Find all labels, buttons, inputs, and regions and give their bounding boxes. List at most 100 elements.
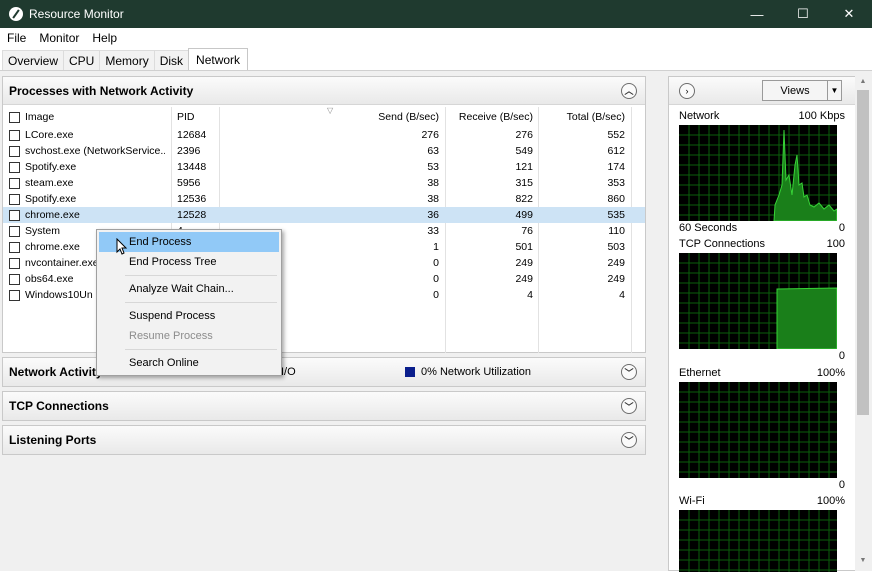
cell-total: 4 [619, 289, 625, 301]
ethernet-graph-min: 0 [838, 479, 845, 491]
cell-image: LCore.exe [25, 129, 74, 141]
row-checkbox[interactable] [9, 193, 20, 205]
row-checkbox[interactable] [9, 161, 20, 173]
graphs-scrollbar[interactable]: ▲ ▼ [855, 76, 871, 571]
listening-ports-panel-header[interactable]: Listening Ports ﹀ [3, 426, 645, 454]
column-header-pid[interactable]: PID [177, 107, 217, 127]
select-all-checkbox[interactable] [9, 111, 20, 123]
row-checkbox[interactable] [9, 145, 20, 157]
cell-send: 1 [433, 241, 439, 253]
cell-image: svchost.exe (NetworkService... [25, 145, 165, 157]
tab-cpu[interactable]: CPU [63, 50, 101, 70]
expand-chevron-down-icon[interactable]: ﹀ [621, 398, 637, 414]
cell-total: 174 [607, 161, 625, 173]
row-checkbox[interactable] [9, 257, 20, 269]
wifi-graph-title: Wi-Fi [679, 495, 705, 507]
table-row[interactable]: Spotify.exe 12536 38 822 860 [3, 191, 645, 207]
cell-send: 276 [421, 129, 439, 141]
processes-panel-header[interactable]: Processes with Network Activity ︿ [3, 77, 645, 105]
wifi-graph-max: 100% [816, 495, 845, 507]
tab-memory[interactable]: Memory [99, 50, 155, 70]
tcp-connections-panel: TCP Connections ﹀ [2, 391, 646, 421]
maximize-button[interactable]: ☐ [780, 0, 826, 28]
network-graph [679, 125, 837, 221]
tab-strip: Overview CPU Memory Disk Network [2, 48, 249, 70]
cell-total: 249 [607, 273, 625, 285]
cell-send: 36 [427, 209, 439, 221]
cell-receive: 4 [527, 289, 533, 301]
column-header-send[interactable]: Send (B/sec) [343, 107, 439, 127]
row-checkbox[interactable] [9, 241, 20, 253]
scroll-up-arrow-icon[interactable]: ▲ [855, 78, 871, 90]
cell-pid: 13448 [177, 161, 207, 173]
menu-analyze-wait-chain[interactable]: Analyze Wait Chain... [99, 279, 279, 299]
cell-pid: 2396 [177, 145, 201, 157]
menu-separator [125, 302, 277, 303]
cell-receive: 499 [515, 209, 533, 221]
column-header-receive[interactable]: Receive (B/sec) [447, 107, 533, 127]
window-title: Resource Monitor [29, 7, 124, 21]
table-row[interactable]: Spotify.exe 13448 53 121 174 [3, 159, 645, 175]
wifi-graph-block: Wi-Fi 100% [679, 494, 845, 572]
menu-help[interactable]: Help [85, 31, 123, 45]
splitter[interactable] [652, 76, 662, 571]
expand-chevron-down-icon[interactable]: ﹀ [621, 432, 637, 448]
network-graph-svg [679, 125, 837, 221]
expand-chevron-down-icon[interactable]: ﹀ [621, 364, 637, 380]
table-row[interactable]: LCore.exe 12684 276 276 552 [3, 127, 645, 143]
menu-search-online[interactable]: Search Online [99, 353, 279, 373]
ethernet-graph-block: Ethernet 100% 0 [679, 366, 845, 492]
views-label: Views [780, 84, 810, 97]
tcp-connections-panel-header[interactable]: TCP Connections ﹀ [3, 392, 645, 420]
scroll-thumb[interactable] [857, 90, 869, 415]
tcp-graph-block: TCP Connections 100 0 [679, 237, 845, 363]
network-graph-timespan: 60 Seconds [679, 222, 738, 234]
row-checkbox[interactable] [9, 209, 20, 221]
cell-send: 0 [433, 273, 439, 285]
views-dropdown[interactable]: Views ▼ [762, 80, 842, 101]
dropdown-arrow-icon: ▼ [827, 81, 841, 100]
tab-network[interactable]: Network [188, 48, 249, 70]
network-utilization-text: 0% Network Utilization [421, 366, 532, 378]
row-checkbox[interactable] [9, 225, 20, 237]
menu-file[interactable]: File [0, 31, 32, 45]
ethernet-graph-max: 100% [816, 367, 845, 379]
table-row[interactable]: chrome.exe 12528 36 499 535 [3, 207, 645, 223]
menu-monitor[interactable]: Monitor [32, 31, 85, 45]
menu-suspend-process[interactable]: Suspend Process [99, 306, 279, 326]
scroll-down-arrow-icon[interactable]: ▼ [855, 557, 871, 569]
ethernet-graph [679, 382, 837, 478]
cell-total: 353 [607, 177, 625, 189]
menu-bar: File Monitor Help [0, 28, 872, 47]
cell-receive: 249 [515, 257, 533, 269]
cell-receive: 315 [515, 177, 533, 189]
row-checkbox[interactable] [9, 289, 20, 301]
cell-image: Spotify.exe [25, 193, 77, 205]
cell-send: 38 [427, 193, 439, 205]
processes-panel-title: Processes with Network Activity [9, 83, 194, 98]
table-row[interactable]: svchost.exe (NetworkService... 2396 63 549 6… [3, 143, 645, 159]
table-row[interactable]: steam.exe 5956 38 315 353 [3, 175, 645, 191]
minimize-button[interactable]: — [734, 0, 780, 28]
cell-receive: 549 [515, 145, 533, 157]
tab-overview[interactable]: Overview [2, 50, 65, 70]
tab-disk[interactable]: Disk [153, 50, 190, 70]
collapse-graphs-chevron-right-icon[interactable]: › [679, 82, 695, 99]
close-button[interactable]: ✕ [826, 0, 872, 28]
table-header-row: Image PID Send (B/sec) Receive (B/sec) T… [3, 107, 645, 127]
cell-total: 552 [607, 129, 625, 141]
cell-receive: 249 [515, 273, 533, 285]
row-checkbox[interactable] [9, 129, 20, 141]
row-checkbox[interactable] [9, 177, 20, 189]
listening-ports-panel: Listening Ports ﹀ [2, 425, 646, 455]
collapse-chevron-up-icon[interactable]: ︿ [621, 82, 637, 99]
cell-pid: 12536 [177, 193, 207, 205]
cell-image: steam.exe [25, 177, 74, 189]
row-checkbox[interactable] [9, 273, 20, 285]
wifi-graph [679, 510, 837, 572]
column-header-image[interactable]: Image [25, 107, 165, 127]
network-graph-min: 0 [838, 222, 845, 234]
column-header-total[interactable]: Total (B/sec) [537, 107, 625, 127]
cell-send: 63 [427, 145, 439, 157]
cell-send: 0 [433, 289, 439, 301]
